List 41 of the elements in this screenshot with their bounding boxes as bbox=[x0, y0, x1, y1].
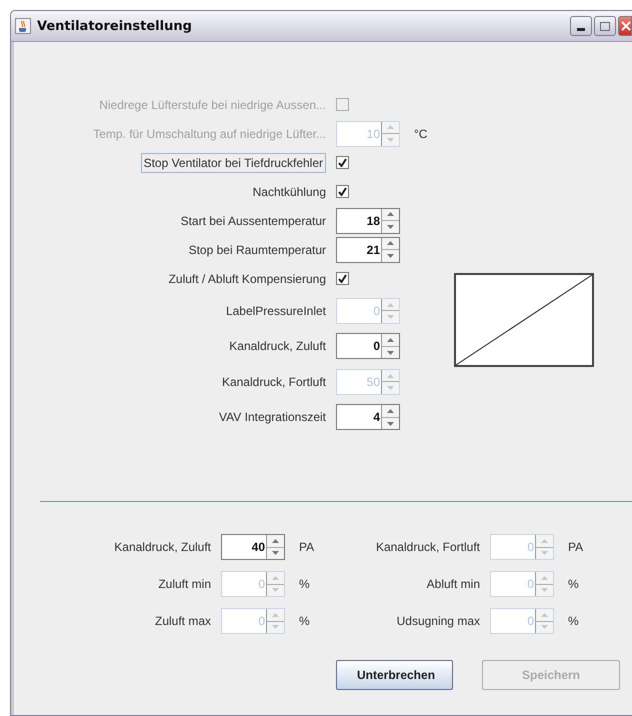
unit-label: °C bbox=[413, 126, 428, 140]
setting-label: Kanaldruck, Zuluft bbox=[114, 540, 211, 554]
setting-label: Kanaldruck, Zuluft bbox=[229, 339, 326, 354]
close-icon bbox=[621, 21, 631, 31]
window-title: Ventilatoreinstellung bbox=[37, 18, 192, 34]
checkbox[interactable] bbox=[336, 272, 349, 285]
setting-label: VAV Integrationszeit bbox=[219, 410, 326, 424]
setting-label: Niedrege Lüfterstufe bei niedrige Aussen... bbox=[99, 98, 326, 112]
setting-label: Zuluft min bbox=[158, 577, 211, 591]
setting-label: Start bei Aussentemperatur bbox=[180, 214, 326, 228]
minimize-button[interactable] bbox=[570, 16, 592, 36]
setting-label: Zuluft max bbox=[154, 614, 211, 628]
maximize-button[interactable] bbox=[594, 16, 616, 36]
unit-label: % bbox=[298, 614, 311, 628]
setting-label: LabelPressureInlet bbox=[226, 304, 326, 318]
setting-label: Udsugning max bbox=[396, 614, 480, 628]
setting-label: Kanaldruck, Fortluft bbox=[376, 540, 480, 554]
checkbox[interactable] bbox=[336, 156, 349, 169]
spinner-field[interactable]: 18 bbox=[336, 208, 400, 234]
spinner-field[interactable]: 4 bbox=[336, 404, 400, 430]
setting-label: Abluft min bbox=[426, 577, 480, 591]
cup-icon bbox=[15, 18, 31, 34]
setting-label: Zuluft / Abluft Kompensierung bbox=[168, 272, 326, 286]
setting-label: Temp. für Umschaltung auf niedrige Lüfter... bbox=[93, 126, 326, 140]
unit-label: PA bbox=[298, 540, 316, 554]
spinner-field[interactable]: 0 bbox=[336, 333, 400, 360]
checkbox[interactable] bbox=[336, 185, 349, 198]
setting-label: Kanaldruck, Fortluft bbox=[222, 374, 326, 389]
minimize-icon bbox=[577, 28, 585, 31]
unit-label: PA bbox=[567, 540, 584, 554]
maximize-icon bbox=[600, 22, 610, 30]
dialog-button[interactable]: Unterbrechen bbox=[336, 660, 453, 690]
setting-label: Nachtkühlung bbox=[252, 184, 326, 198]
setting-label: Stop bei Raumtemperatur bbox=[188, 242, 326, 256]
unit-label: % bbox=[298, 577, 311, 591]
close-button[interactable] bbox=[618, 16, 632, 36]
unit-label: % bbox=[567, 577, 580, 591]
spinner-field[interactable]: 40 bbox=[221, 534, 285, 560]
unit-label: % bbox=[567, 614, 580, 628]
setting-label: Stop Ventilator bei Tiefdruckfehler bbox=[140, 152, 326, 172]
spinner-field[interactable]: 21 bbox=[336, 236, 400, 262]
